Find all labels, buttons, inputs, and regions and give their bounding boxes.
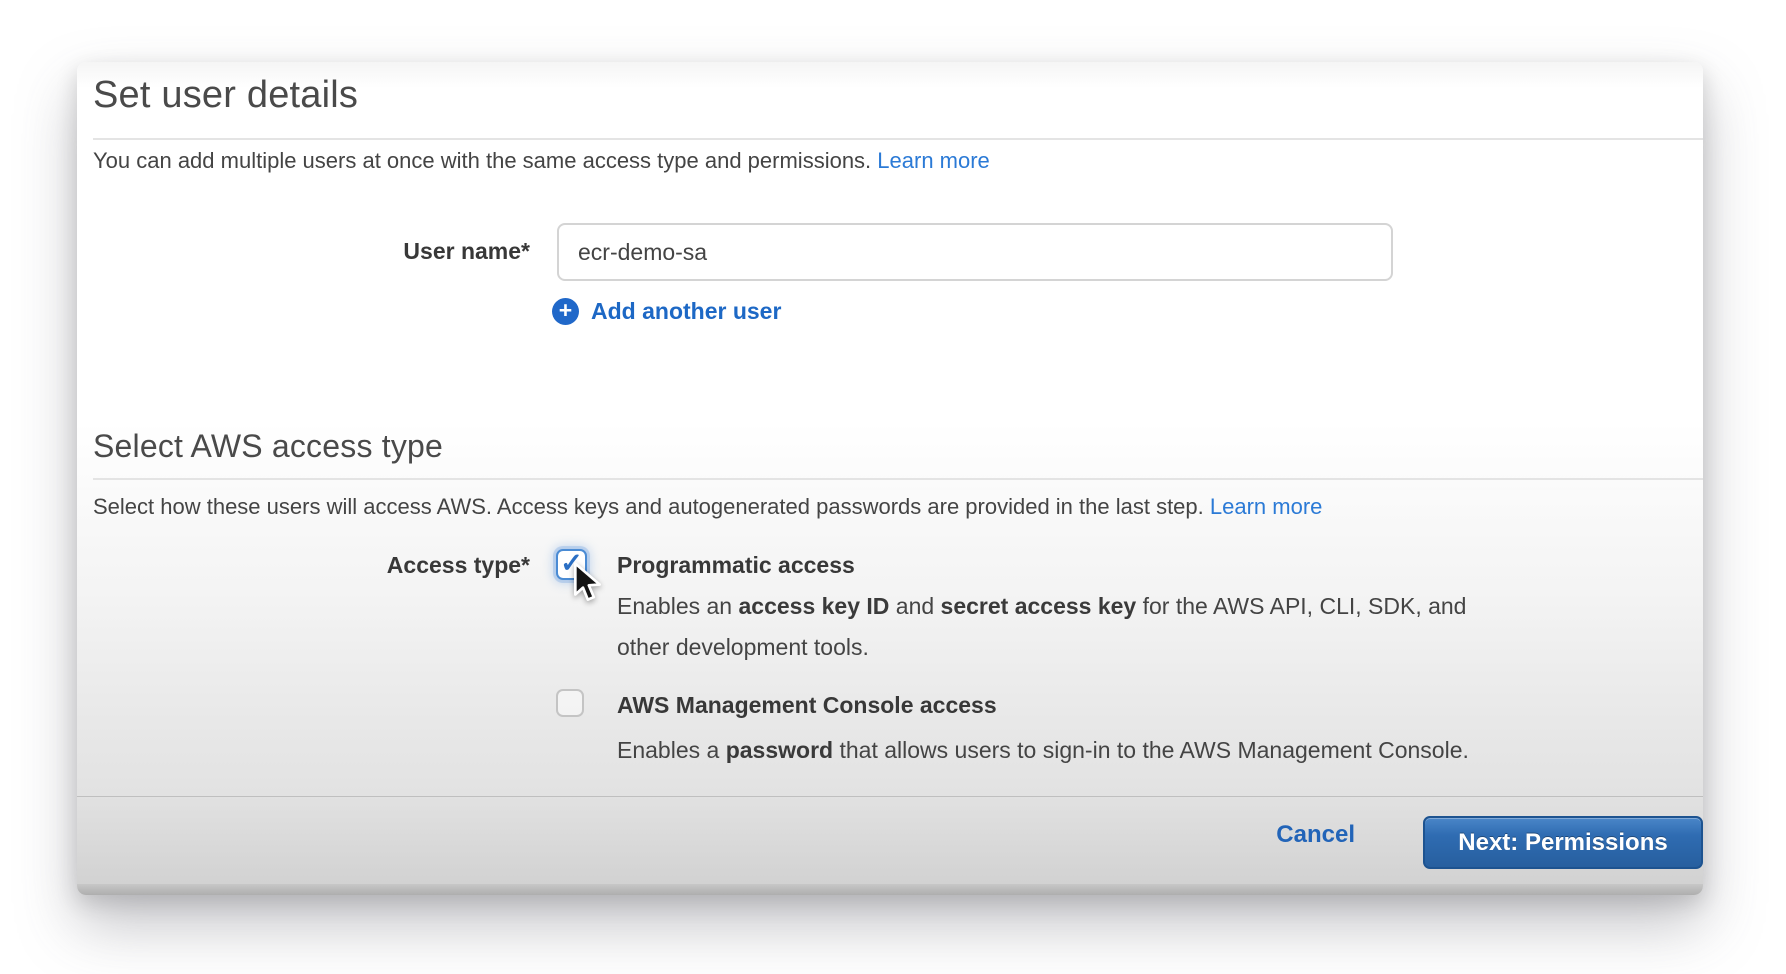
add-another-user-label: Add another user [591,298,781,325]
next-permissions-button[interactable]: Next: Permissions [1423,816,1703,869]
access-type-section-title: Select AWS access type [93,428,443,465]
access-section-description: Select how these users will access AWS. … [93,494,1322,520]
programmatic-access-title[interactable]: Programmatic access [617,552,855,579]
wizard-footer: Cancel Next: Permissions [77,796,1703,884]
console-access-description: Enables a password that allows users to … [617,730,1703,771]
user-name-label: User name* [93,238,530,265]
plus-icon: + [552,298,579,325]
header-learn-more-link[interactable]: Learn more [877,148,990,173]
page-title: Set user details [93,74,358,117]
page: { "header": { "title": "Set user details… [0,0,1786,974]
access-type-label: Access type* [93,552,530,579]
access-section-description-text: Select how these users will access AWS. … [93,494,1210,519]
console-access-checkbox[interactable] [556,689,584,717]
title-divider [93,138,1703,140]
console-access-title[interactable]: AWS Management Console access [617,692,997,719]
section-divider [93,478,1703,480]
set-user-details-card: Set user details You can add multiple us… [77,62,1703,895]
add-another-user-button[interactable]: + Add another user [552,298,781,325]
programmatic-access-description: Enables an access key ID and secret acce… [617,586,1522,668]
cancel-button[interactable]: Cancel [1177,821,1355,849]
card-content: Set user details You can add multiple us… [77,62,1703,796]
checkmark-icon: ✓ [560,550,583,577]
header-description: You can add multiple users at once with … [93,148,990,174]
header-description-text: You can add multiple users at once with … [93,148,877,173]
user-name-input[interactable] [557,223,1393,281]
card-bottom-strip [77,884,1703,895]
access-learn-more-link[interactable]: Learn more [1210,494,1323,519]
programmatic-access-checkbox[interactable]: ✓ [556,549,587,580]
